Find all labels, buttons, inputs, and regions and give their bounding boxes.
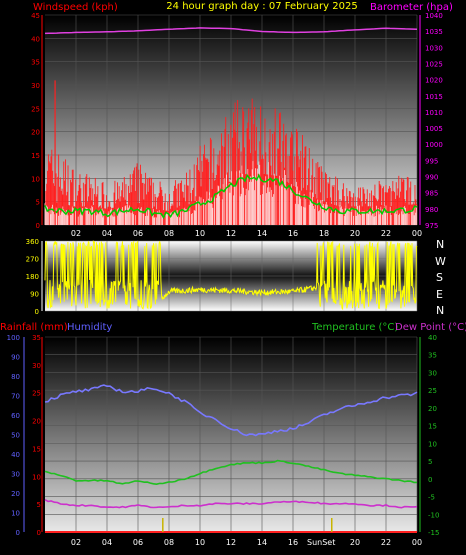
rainfall-tick-label: 20 [32,418,41,426]
barometer-tick-label: 995 [425,157,438,165]
direction-tick-label: 270 [26,256,39,264]
wind-x-tick-label: 14 [257,229,267,238]
wind-tick-label: 45 [31,12,40,20]
wind-x-tick-label: 22 [381,229,391,238]
temperature-tick-label: 25 [428,387,437,395]
weather-chart: Windspeed (kph) 24 hour graph day : 07 F… [0,1,466,547]
rainfall-tick-label: 10 [32,473,41,481]
compass-labels: N W S E N [435,238,446,317]
barometer-tick-label: 1040 [425,12,443,20]
humidity-tick-label: 70 [11,393,20,401]
temperature-tick-label: -10 [428,511,439,519]
temp-x-tick-label: 22 [381,538,391,547]
temp-x-tick-label: 00 [412,538,422,547]
barometer-tick-label: 1010 [425,109,443,117]
temp-x-tick-label: 16 [288,538,298,547]
wind-tick-label: 15 [31,152,40,160]
rainfall-tick-label: 15 [32,445,41,453]
direction-tick-label: 90 [30,291,39,299]
wind-tick-label: 0 [36,222,40,230]
wind-tick-label: 5 [36,199,40,207]
barometer-tick-label: 980 [425,206,438,214]
rainfall-tick-label: 5 [37,501,41,509]
barometer-tick-label: 1000 [425,141,443,149]
temp-x-tick-label: 02 [71,538,81,547]
chart-title: 24 hour graph day : 07 February 2025 [166,1,357,12]
temperature-axis-title: Temperature (°C) [311,322,398,333]
wind-x-tick-label: 18 [319,229,329,238]
temperature-tick-label: 20 [428,405,437,413]
temperature-tick-label: -15 [428,529,439,537]
barometer-tick-label: 985 [425,190,438,198]
wind-x-tick-label: 16 [288,229,298,238]
humidity-axis-title: Humidity [67,322,112,333]
barometer-tick-label: 1015 [425,93,443,101]
barometer-tick-label: 975 [425,222,438,230]
barometer-tick-label: 1030 [425,44,443,52]
humidity-tick-label: 60 [11,412,20,420]
direction-tick-label: 0 [35,308,39,316]
rainfall-tick-label: 0 [37,529,41,537]
humidity-tick-label: 80 [11,373,20,381]
wind-tick-label: 10 [31,175,40,183]
temperature-tick-label: 40 [428,334,437,342]
temperature-tick-label: 5 [428,458,432,466]
wind-x-tick-label: 06 [133,229,143,238]
barometer-tick-label: 1020 [425,77,443,85]
wind-x-tick-label: 10 [195,229,205,238]
compass-s: S [436,271,443,284]
sunset-label: SunSet [307,538,335,547]
dewpoint-axis-title: Dew Point (°C) [395,322,466,333]
compass-n-bottom: N [436,304,444,317]
temp-x-tick-label: 10 [195,538,205,547]
wind-x-tick-label: 00 [412,229,422,238]
humidity-tick-label: 30 [11,471,20,479]
barometer-tick-label: 990 [425,174,438,182]
wind-x-tick-label: 20 [350,229,360,238]
temperature-tick-label: 10 [428,440,437,448]
compass-n-top: N [436,238,444,251]
wind-x-tick-label: 02 [71,229,81,238]
humidity-tick-label: 40 [11,451,20,459]
wind-x-tick-label: 04 [102,229,112,238]
temp-x-tick-label: 20 [350,538,360,547]
temp-x-tick-label: 06 [133,538,143,547]
wind-x-tick-label: 08 [164,229,174,238]
rainfall-tick-label: 30 [32,362,41,370]
humidity-tick-label: 90 [11,354,20,362]
rainfall-tick-label: 35 [32,334,41,342]
wind-tick-label: 35 [31,59,40,67]
humidity-tick-label: 20 [11,490,20,498]
temp-x-tick-label: 12 [226,538,236,547]
temperature-tick-label: 0 [428,476,432,484]
temperature-tick-label: 35 [428,352,437,360]
temp-x-tick-label: 04 [102,538,112,547]
temp-x-tick-label: 14 [257,538,267,547]
humidity-tick-label: 0 [16,529,20,537]
wind-x-tick-label: 12 [226,229,236,238]
temperature-tick-label: 30 [428,369,437,377]
barometer-tick-label: 1035 [425,28,443,36]
wind-tick-label: 20 [31,129,40,137]
humidity-tick-label: 100 [7,334,20,342]
wind-tick-label: 30 [31,82,40,90]
rainfall-axis-title: Rainfall (mm) [0,322,68,333]
barometer-tick-label: 1025 [425,60,443,68]
direction-tick-label: 180 [26,273,39,281]
temperature-tick-label: 15 [428,423,437,431]
barometer-tick-label: 1005 [425,125,443,133]
windspeed-axis-title: Windspeed (kph) [33,2,118,13]
compass-w: W [435,255,446,268]
humidity-tick-label: 50 [11,432,20,440]
compass-e: E [436,288,443,301]
temp-x-tick-label: 08 [164,538,174,547]
direction-tick-label: 360 [26,238,39,246]
temperature-tick-label: -5 [428,494,435,502]
rainfall-tick-label: 25 [32,390,41,398]
humidity-tick-label: 10 [11,510,20,518]
wind-tick-label: 40 [31,35,40,43]
wind-tick-label: 25 [31,105,40,113]
